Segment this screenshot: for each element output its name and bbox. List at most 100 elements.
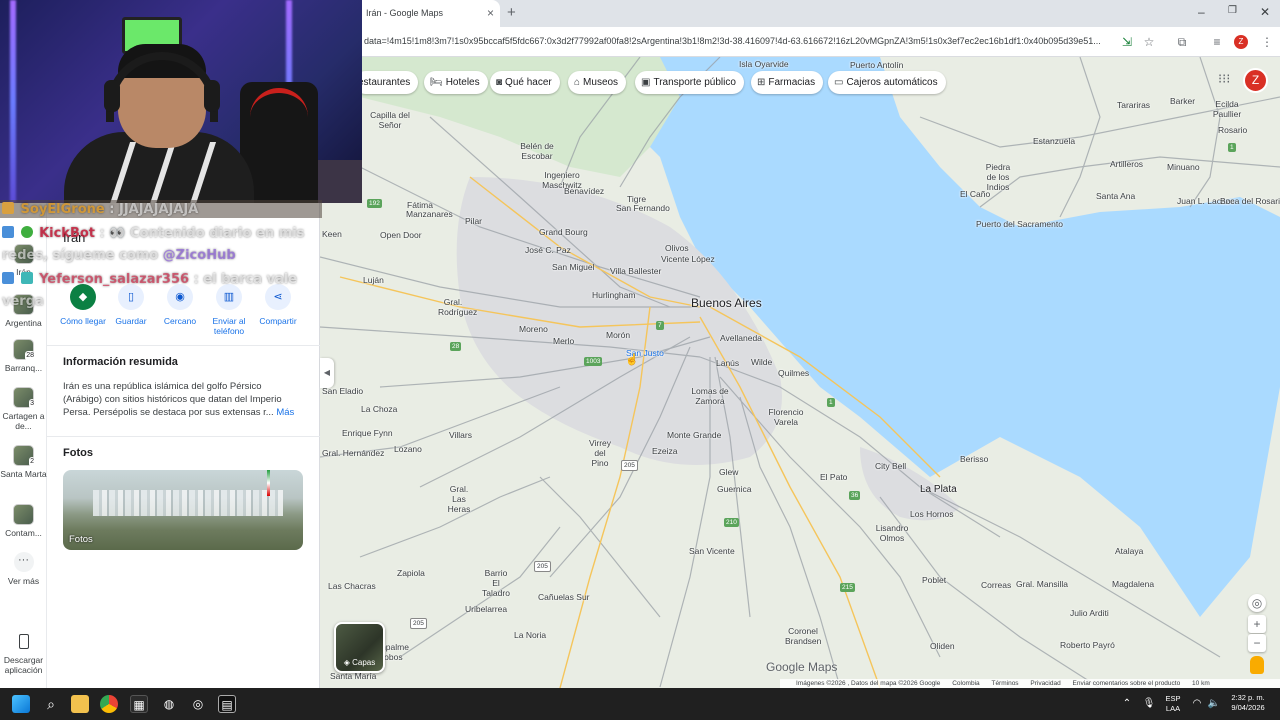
microphone-icon[interactable]: 🎙: [1140, 695, 1158, 713]
language-indicator[interactable]: ESP LAA: [1160, 694, 1186, 714]
windows-start-icon[interactable]: [12, 695, 30, 713]
map-footer: Imágenes ©2026 , Datos del mapa ©2026 Go…: [780, 679, 1280, 688]
map-label-enrique-fynn: Enrique Fynn: [342, 428, 393, 438]
map-label-quilmes: Quilmes: [778, 368, 810, 378]
tab-google-maps[interactable]: Irán - Google Maps ×: [362, 0, 500, 27]
bookmark-star-icon[interactable]: ☆: [1142, 35, 1156, 49]
summary-title: Información resumida: [63, 356, 178, 368]
download-app-button[interactable]: Descargar aplicación: [0, 634, 47, 675]
media-controls-icon[interactable]: ≡: [1210, 35, 1224, 49]
app-icon[interactable]: ◍: [160, 695, 178, 713]
cursor-icon: ☝: [625, 354, 639, 366]
map-label-el-pato: El Pato: [820, 472, 848, 482]
rail-item-contam[interactable]: Contam...: [0, 504, 47, 538]
address-bar[interactable]: data=!4m15!1m8!3m7!1s0x95bccaf5f5fdc667:…: [362, 27, 1280, 57]
zoom-in-button[interactable]: +: [1248, 615, 1266, 633]
layers-icon: ◈: [343, 658, 353, 667]
rail-more-label: Ver más: [7, 576, 40, 586]
map-label-la-plata[interactable]: La Plata: [920, 484, 957, 495]
chrome-icon[interactable]: [100, 695, 118, 713]
chat-badge-icon: [2, 202, 14, 214]
speaker-icon[interactable]: 🔈: [1205, 695, 1223, 713]
tab-close-icon[interactable]: ×: [487, 6, 494, 20]
road-shield: 205: [534, 561, 551, 572]
clock[interactable]: 2:32 p. m. 9/04/2026: [1222, 693, 1274, 713]
map-label-correas: Correas: [981, 580, 1012, 590]
minimize-button[interactable]: –: [1198, 5, 1205, 19]
map-label-jose-c-paz: José C. Paz: [525, 245, 571, 255]
footer-scale[interactable]: 10 km: [1192, 680, 1210, 687]
rail-item-santa-marta[interactable]: 2 Santa Marta: [0, 445, 47, 479]
more-dots-icon: ···: [13, 552, 34, 572]
chip-pharmacies[interactable]: ⊞ Farmacias: [751, 71, 824, 94]
map-label-city-bell: City Bell: [875, 461, 907, 471]
chip-hotels[interactable]: 🛏 Hoteles: [424, 71, 488, 94]
headphone-cup: [204, 80, 220, 112]
map-label-glew: Glew: [719, 467, 739, 477]
chip-transit-label: Transporte público: [653, 77, 736, 88]
chip-atms[interactable]: ▭ Cajeros automáticos: [828, 71, 946, 94]
map-label-buenos-aires[interactable]: Buenos Aires: [691, 296, 762, 310]
collapse-panel-button[interactable]: ◀: [320, 358, 334, 388]
obs-icon[interactable]: ◎: [189, 695, 207, 713]
map-label-monte-grande: Monte Grande: [667, 430, 722, 440]
rail-item-barranquilla[interactable]: 28 Barranq...: [0, 339, 47, 373]
file-explorer-icon[interactable]: [71, 695, 89, 713]
map-label-gral-rodriguez: Gral. Rodríguez: [438, 297, 478, 317]
app-icon[interactable]: ▤: [218, 695, 236, 713]
footer-privacy[interactable]: Privacidad: [1030, 680, 1060, 687]
close-window-button[interactable]: ✕: [1260, 5, 1270, 19]
layers-button[interactable]: ◈ Capas: [334, 622, 385, 673]
my-location-button[interactable]: ◎: [1248, 594, 1266, 612]
map-label-barker: Barker: [1170, 96, 1196, 106]
map-label-san-vicente: San Vicente: [689, 546, 735, 556]
divider: [47, 345, 320, 346]
street-view-pegman-icon[interactable]: [1250, 656, 1264, 674]
chip-restaurants[interactable]: estaurantes: [354, 71, 419, 94]
summary-more-link[interactable]: Más: [276, 407, 294, 418]
map-label-la-noria: La Noria: [514, 630, 547, 640]
url-text[interactable]: data=!4m15!1m8!3m7!1s0x95bccaf5f5fdc667:…: [364, 36, 1114, 46]
search-icon[interactable]: ⌕: [42, 695, 60, 713]
road-shield: 192: [367, 199, 382, 208]
apps-grid-icon[interactable]: ⁝⁝⁝: [1218, 72, 1230, 85]
chat-overlay: SoyElGrone : JJAJAJAJAJA KickBot : 👀 Con…: [0, 200, 322, 315]
rail-more-button[interactable]: ··· Ver más: [0, 552, 47, 586]
new-tab-button[interactable]: +: [507, 4, 516, 21]
account-avatar[interactable]: Z: [1243, 68, 1268, 93]
place-thumbnail: [13, 504, 34, 525]
browser-profile-icon[interactable]: Z: [1234, 35, 1248, 49]
install-app-icon[interactable]: ⇲: [1120, 35, 1134, 49]
map-label-lomas: Lomas de Zamora: [691, 386, 729, 406]
restore-button[interactable]: ❐: [1228, 5, 1237, 16]
chip-museums[interactable]: ⌂ Museos: [568, 71, 627, 94]
photos-thumbnail[interactable]: Fotos: [63, 470, 303, 550]
museum-icon: ⌂: [574, 77, 581, 88]
rail-item-label: Barranq...: [4, 363, 43, 373]
led-strip: [10, 0, 16, 203]
chevron-up-icon[interactable]: ⌃: [1118, 695, 1136, 713]
zoom-out-button[interactable]: −: [1248, 634, 1266, 652]
location-target-icon: ◎: [1251, 596, 1263, 610]
wifi-icon[interactable]: ◠: [1188, 695, 1206, 713]
chip-things-label: Qué hacer: [505, 77, 552, 88]
rail-item-cartagena[interactable]: 3 Cartagen a de...: [0, 387, 47, 431]
rail-item-count: 3: [29, 399, 35, 409]
more-menu-icon[interactable]: ⋮: [1260, 35, 1274, 49]
footer-terms[interactable]: Términos: [991, 680, 1018, 687]
map-label-keen: Keen: [322, 229, 342, 239]
store-icon[interactable]: ▦: [130, 695, 148, 713]
layers-label: Capas: [352, 658, 376, 667]
footer-feedback[interactable]: Enviar comentarios sobre el producto: [1073, 680, 1181, 687]
map-label-zapiola: Zapiola: [397, 568, 425, 578]
chip-things-to-do[interactable]: ◙ Qué hacer: [490, 71, 560, 94]
map-label-estanzuela: Estanzuela: [1033, 136, 1076, 146]
chip-transit[interactable]: ▣ Transporte público: [635, 71, 744, 94]
extensions-icon[interactable]: ⧉: [1175, 35, 1189, 49]
map-label-merlo: Merlo: [553, 336, 575, 346]
map-label-wilde: Wilde: [751, 357, 773, 367]
phone-icon: [18, 634, 29, 649]
chat-message: KickBot : 👀 Contenido diario en mis: [2, 223, 304, 245]
map-canvas[interactable]: Buenos Aires La Plata Capilla del Señor …: [320, 57, 1280, 688]
footer-country[interactable]: Colombia: [952, 680, 979, 687]
